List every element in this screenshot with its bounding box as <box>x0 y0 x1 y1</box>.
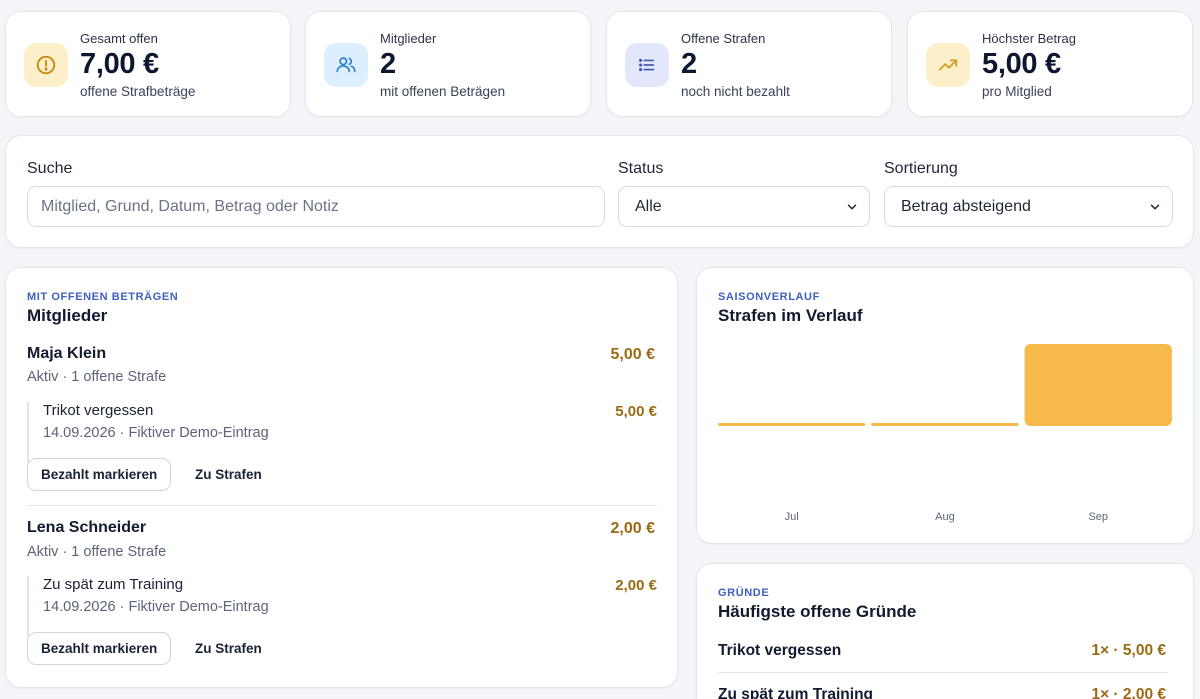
stat-value: 5,00 € <box>982 48 1061 80</box>
members-title: Mitglieder <box>27 306 108 325</box>
reason-row: Zu spät zum Training 1× · 2,00 € <box>718 686 1166 699</box>
reason-label: Zu spät zum Training <box>718 686 874 699</box>
reason-row: Trikot vergessen 1× · 5,00 € <box>718 642 1166 660</box>
users-icon <box>324 43 368 87</box>
penalty-amount: 5,00 € <box>615 403 657 420</box>
chevron-down-icon <box>847 204 857 210</box>
sort-select-value: Betrag absteigend <box>901 197 1031 215</box>
stat-value: 2 <box>681 48 697 80</box>
chevron-down-icon <box>1150 204 1160 210</box>
chart-bar-aug <box>871 423 1019 426</box>
search-label: Suche <box>27 160 73 177</box>
status-select-value: Alle <box>635 197 662 215</box>
go-to-penalties-link[interactable]: Zu Strafen <box>195 467 262 482</box>
chart-x-label: Sep <box>1088 511 1108 523</box>
penalty-meta: 14.09.2026 · Fiktiver Demo-Eintrag <box>43 599 269 615</box>
chart-x-label: Jul <box>785 511 799 523</box>
member-name: Maja Klein <box>27 345 107 362</box>
members-panel: MIT OFFENEN BETRÄGEN Mitglieder Maja Kle… <box>5 267 678 688</box>
penalty-item: Trikot vergessen 14.09.2026 · Fiktiver D… <box>27 402 657 462</box>
mark-paid-button[interactable]: Bezahlt markieren <box>27 458 172 491</box>
reason-label: Trikot vergessen <box>718 642 842 659</box>
penalty-title: Trikot vergessen <box>43 402 154 419</box>
penalty-item: Zu spät zum Training 14.09.2026 · Fiktiv… <box>27 576 657 636</box>
member-meta: Aktiv · 1 offene Strafe <box>27 544 167 560</box>
filter-panel: Suche Status Alle Sortierung Betrag abst… <box>5 135 1194 248</box>
reasons-panel: GRÜNDE Häufigste offene Gründe Trikot ve… <box>696 563 1194 699</box>
stat-value: 7,00 € <box>80 48 159 80</box>
stat-value: 2 <box>380 48 396 80</box>
stat-sub: mit offenen Beträgen <box>380 84 506 99</box>
stat-sub: offene Strafbeträge <box>80 84 196 99</box>
reason-divider <box>718 672 1168 673</box>
status-select[interactable]: Alle <box>618 186 870 227</box>
member-name: Lena Schneider <box>27 519 147 536</box>
member-total: 5,00 € <box>610 346 655 363</box>
status-label: Status <box>618 160 664 177</box>
stat-sub: noch nicht bezahlt <box>681 84 790 99</box>
warning-circle-icon <box>24 43 68 87</box>
list-icon <box>625 43 669 87</box>
chart-bar-jul <box>718 423 866 426</box>
season-bar-chart: Jul Aug Sep <box>718 344 1172 523</box>
stat-card-open-penalties: Offene Strafen 2 noch nicht bezahlt <box>606 11 892 117</box>
reason-value: 1× · 2,00 € <box>1091 686 1166 699</box>
trend-up-icon <box>926 43 970 87</box>
member-total: 2,00 € <box>610 520 655 537</box>
penalty-title: Zu spät zum Training <box>43 576 184 593</box>
stat-card-total: Gesamt offen 7,00 € offene Strafbeträge <box>5 11 291 117</box>
stat-sub: pro Mitglied <box>982 84 1052 99</box>
stat-label: Gesamt offen <box>80 31 158 46</box>
penalty-meta: 14.09.2026 · Fiktiver Demo-Eintrag <box>43 425 269 441</box>
reasons-eyebrow: GRÜNDE <box>718 587 770 599</box>
stat-label: Höchster Betrag <box>982 31 1076 46</box>
penalty-amount: 2,00 € <box>615 577 657 594</box>
members-eyebrow: MIT OFFENEN BETRÄGEN <box>27 291 179 303</box>
member-divider <box>27 505 657 506</box>
season-chart-panel: SAISONVERLAUF Strafen im Verlauf Jul Aug S… <box>696 267 1194 544</box>
member-meta: Aktiv · 1 offene Strafe <box>27 369 167 385</box>
reason-value: 1× · 5,00 € <box>1091 642 1166 659</box>
reasons-title: Häufigste offene Gründe <box>718 602 917 621</box>
stat-card-members: Mitglieder 2 mit offenen Beträgen <box>305 11 591 117</box>
sort-label: Sortierung <box>884 160 958 177</box>
stat-card-highest: Höchster Betrag 5,00 € pro Mitglied <box>907 11 1193 117</box>
stat-label: Offene Strafen <box>681 31 766 46</box>
sort-select[interactable]: Betrag absteigend <box>884 186 1173 227</box>
chart-x-label: Aug <box>935 511 955 523</box>
chart-bar-sep <box>1024 344 1172 426</box>
stat-label: Mitglieder <box>380 31 437 46</box>
go-to-penalties-link[interactable]: Zu Strafen <box>195 641 262 656</box>
search-input[interactable] <box>27 186 605 227</box>
mark-paid-button[interactable]: Bezahlt markieren <box>27 632 172 665</box>
